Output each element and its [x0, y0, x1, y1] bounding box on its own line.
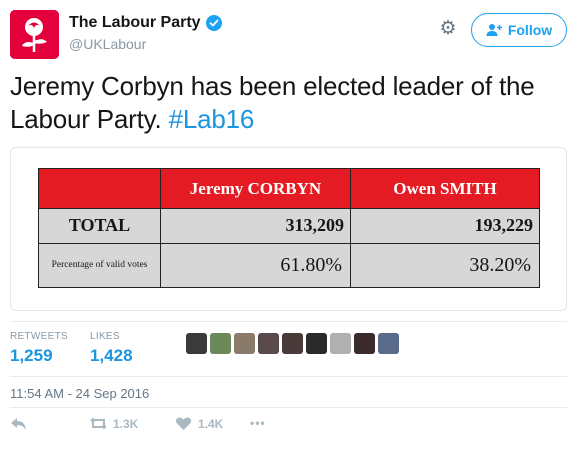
liker-avatar[interactable]	[234, 333, 255, 354]
verified-badge-icon	[205, 15, 222, 31]
labour-rose-avatar[interactable]	[10, 10, 59, 59]
rose-logo-icon	[10, 10, 59, 59]
reply-button[interactable]	[10, 416, 27, 431]
vote-percentage: 38.20%	[350, 242, 540, 289]
table-header-row: Jeremy CORBYN Owen SMITH	[38, 167, 540, 210]
row-label: TOTAL	[38, 208, 161, 244]
gear-icon[interactable]: ⚙	[438, 19, 458, 39]
table-row: TOTAL 313,209 193,229	[38, 208, 540, 244]
retweet-button[interactable]: 1.3K	[90, 416, 138, 431]
tweet-body: Jeremy Corbyn has been elected leader of…	[10, 71, 535, 134]
candidate-name: Jeremy CORBYN	[160, 167, 351, 210]
tweet-media-image[interactable]: Jeremy CORBYN Owen SMITH TOTAL 313,209 1…	[10, 147, 567, 311]
add-user-icon	[486, 24, 502, 36]
account-name-block[interactable]: The Labour Party @UKLabour	[69, 14, 222, 52]
retweet-icon	[90, 417, 107, 430]
tweet-header: The Labour Party @UKLabour ⚙ Follow	[10, 10, 567, 60]
leadership-results-table: Jeremy CORBYN Owen SMITH TOTAL 313,209 1…	[38, 167, 540, 289]
divider	[10, 407, 567, 408]
display-name-text[interactable]: The Labour Party	[69, 14, 201, 32]
divider	[10, 376, 567, 377]
account-handle[interactable]: @UKLabour	[69, 36, 222, 52]
vote-total: 313,209	[160, 208, 351, 244]
retweets-label: RETWEETS	[10, 331, 68, 342]
like-button[interactable]: 1.4K	[175, 416, 223, 431]
heart-icon	[176, 417, 191, 430]
tweet-actions: 1.3K 1.4K •••	[10, 416, 310, 436]
liker-avatar[interactable]	[282, 333, 303, 354]
liker-avatar[interactable]	[186, 333, 207, 354]
display-name[interactable]: The Labour Party	[69, 14, 222, 32]
table-row: Percentage of valid votes 61.80% 38.20%	[38, 242, 540, 289]
liker-avatar[interactable]	[210, 333, 231, 354]
tweet-timestamp[interactable]: 11:54 AM - 24 Sep 2016	[10, 386, 149, 401]
more-icon[interactable]: •••	[250, 416, 266, 430]
liker-avatar[interactable]	[306, 333, 327, 354]
follow-label: Follow	[507, 22, 553, 38]
vote-total: 193,229	[350, 208, 540, 244]
retweets-count[interactable]: 1,259	[10, 346, 68, 366]
candidate-name: Owen SMITH	[350, 167, 540, 210]
divider	[10, 321, 567, 322]
reply-icon	[11, 418, 26, 430]
like-count: 1.4K	[198, 416, 224, 431]
liker-avatar[interactable]	[378, 333, 399, 354]
follow-button[interactable]: Follow	[471, 13, 567, 47]
likes-count[interactable]: 1,428	[90, 346, 133, 366]
hashtag-link[interactable]: #Lab16	[169, 104, 255, 134]
likes-stat[interactable]: LIKES 1,428	[90, 331, 133, 366]
liker-avatars	[186, 333, 399, 355]
liker-avatar[interactable]	[330, 333, 351, 354]
row-label: Percentage of valid votes	[38, 242, 161, 289]
tweet-text: Jeremy Corbyn has been elected leader of…	[10, 70, 560, 136]
liker-avatar[interactable]	[258, 333, 279, 354]
likes-label: LIKES	[90, 331, 120, 342]
vote-percentage: 61.80%	[160, 242, 351, 289]
retweet-count: 1.3K	[113, 416, 139, 431]
liker-avatar[interactable]	[354, 333, 375, 354]
retweets-stat[interactable]: RETWEETS 1,259	[10, 331, 68, 366]
table-header-empty-cell	[38, 167, 161, 210]
